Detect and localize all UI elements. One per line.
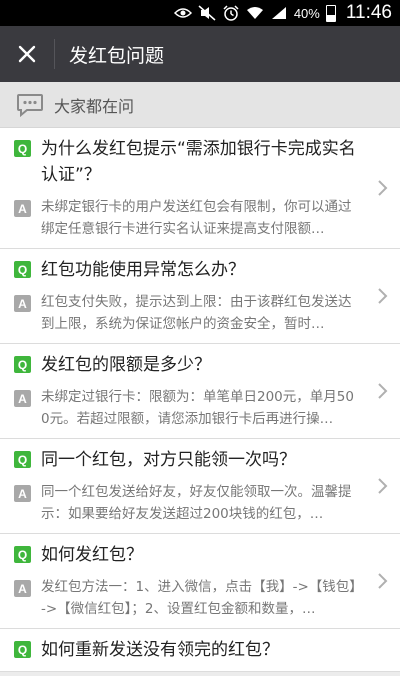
wifi-icon — [246, 5, 264, 21]
title-divider — [54, 39, 55, 69]
mute-icon — [198, 5, 216, 21]
answer-text: 红包支付失败，提示达到上限：由于该群红包发送达到上限，系统为保证您帐户的资金安全… — [41, 294, 352, 332]
signal-icon — [270, 5, 288, 21]
question-text: 为什么发红包提示“需添加银行卡完成实名认证”？ — [41, 139, 356, 185]
eye-icon — [173, 5, 192, 21]
faq-item[interactable]: Q 为什么发红包提示“需添加银行卡完成实名认证”？ A 未绑定银行卡的用户发送红… — [0, 128, 400, 249]
answer-text: 未绑定过银行卡：限额为：单笔单日200元，单月500元。若超过限额，请您添加银行… — [41, 389, 354, 427]
alarm-icon — [222, 5, 240, 21]
title-bar: 发红包问题 — [0, 26, 400, 82]
close-button[interactable] — [0, 26, 54, 82]
page-title: 发红包问题 — [69, 44, 165, 67]
section-title: 大家都在问 — [54, 96, 135, 116]
chevron-right-icon — [378, 180, 388, 196]
question-badge: Q — [14, 356, 31, 373]
answer-badge: A — [14, 485, 31, 502]
question-badge: Q — [14, 546, 31, 563]
answer-text: 发红包方法一：1、进入微信，点击【我】->【钱包】->【微信红包】；2、设置红包… — [41, 579, 357, 617]
answer-badge: A — [14, 390, 31, 407]
chevron-right-icon — [378, 478, 388, 494]
section-header: 大家都在问 — [0, 82, 400, 128]
status-bar: 40% 11:46 — [0, 0, 400, 26]
question-badge: Q — [14, 261, 31, 278]
chevron-right-icon — [378, 573, 388, 589]
faq-item[interactable]: Q 如何重新发送没有领完的红包？ — [0, 629, 400, 672]
battery-percent: 40% — [293, 5, 320, 21]
question-text: 如何重新发送没有领完的红包？ — [41, 640, 279, 660]
faq-item[interactable]: Q 同一个红包，对方只能领一次吗？ A 同一个红包发送给好友，好友仅能领取一次。… — [0, 439, 400, 534]
clock: 11:46 — [345, 2, 392, 23]
close-icon — [18, 45, 36, 63]
faq-list: Q 为什么发红包提示“需添加银行卡完成实名认证”？ A 未绑定银行卡的用户发送红… — [0, 128, 400, 672]
question-badge: Q — [14, 451, 31, 468]
chevron-right-icon — [378, 383, 388, 399]
faq-item[interactable]: Q 红包功能使用异常怎么办？ A 红包支付失败，提示达到上限：由于该群红包发送达… — [0, 249, 400, 344]
answer-text: 未绑定银行卡的用户发送红包会有限制，你可以通过绑定任意银行卡进行实名认证来提高支… — [41, 199, 352, 237]
question-text: 同一个红包，对方只能领一次吗？ — [41, 450, 296, 470]
answer-badge: A — [14, 580, 31, 597]
chat-bubble-icon — [17, 93, 43, 117]
question-text: 红包功能使用异常怎么办？ — [41, 260, 245, 280]
chevron-right-icon — [378, 288, 388, 304]
battery-icon — [325, 4, 336, 22]
question-badge: Q — [14, 641, 31, 658]
answer-text: 同一个红包发送给好友，好友仅能领取一次。温馨提示：如果要给好友发送超过200块钱… — [41, 484, 352, 522]
answer-badge: A — [14, 295, 31, 312]
question-badge: Q — [14, 140, 31, 157]
question-text: 发红包的限额是多少？ — [41, 355, 211, 375]
faq-item[interactable]: Q 发红包的限额是多少？ A 未绑定过银行卡：限额为：单笔单日200元，单月50… — [0, 344, 400, 439]
faq-item[interactable]: Q 如何发红包？ A 发红包方法一：1、进入微信，点击【我】->【钱包】->【微… — [0, 534, 400, 629]
question-text: 如何发红包？ — [41, 545, 143, 565]
answer-badge: A — [14, 200, 31, 217]
